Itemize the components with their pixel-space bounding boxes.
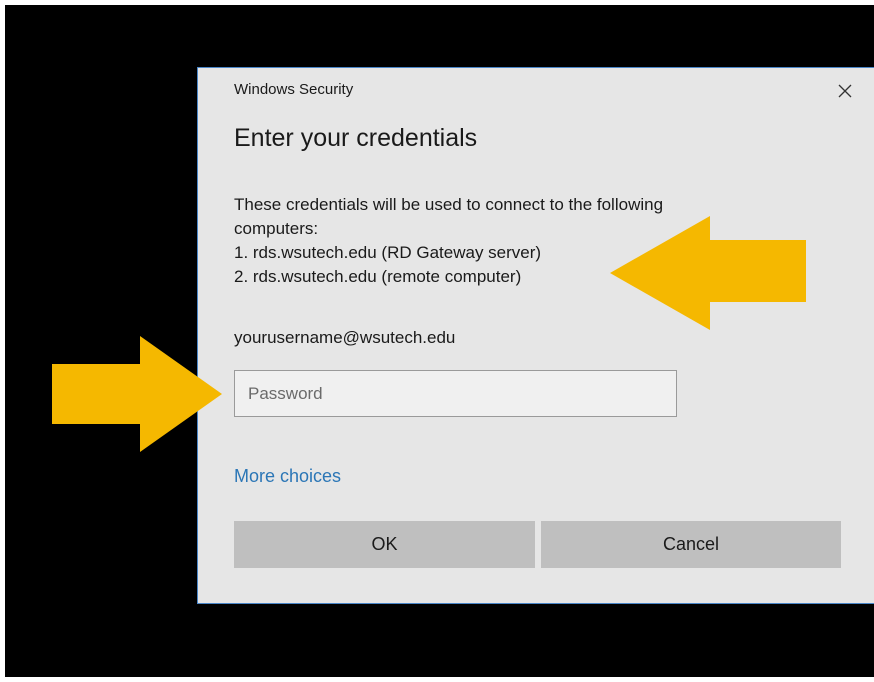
window-title: Windows Security [234, 81, 354, 98]
description-line: These credentials will be used to connec… [234, 195, 664, 214]
close-button[interactable] [832, 78, 858, 104]
more-choices-link[interactable]: More choices [234, 466, 341, 487]
arrow-pointing-left [610, 216, 806, 330]
cancel-button[interactable]: Cancel [541, 521, 841, 568]
username-label: yourusername@wsutech.edu [234, 328, 456, 347]
arrow-pointing-right [52, 336, 222, 452]
dialog-heading: Enter your credentials [234, 124, 478, 152]
close-icon [838, 84, 852, 98]
ok-button[interactable]: OK [234, 521, 535, 568]
password-input[interactable] [234, 370, 677, 417]
credentials-dialog: Windows Security Enter your credentials … [197, 67, 874, 604]
